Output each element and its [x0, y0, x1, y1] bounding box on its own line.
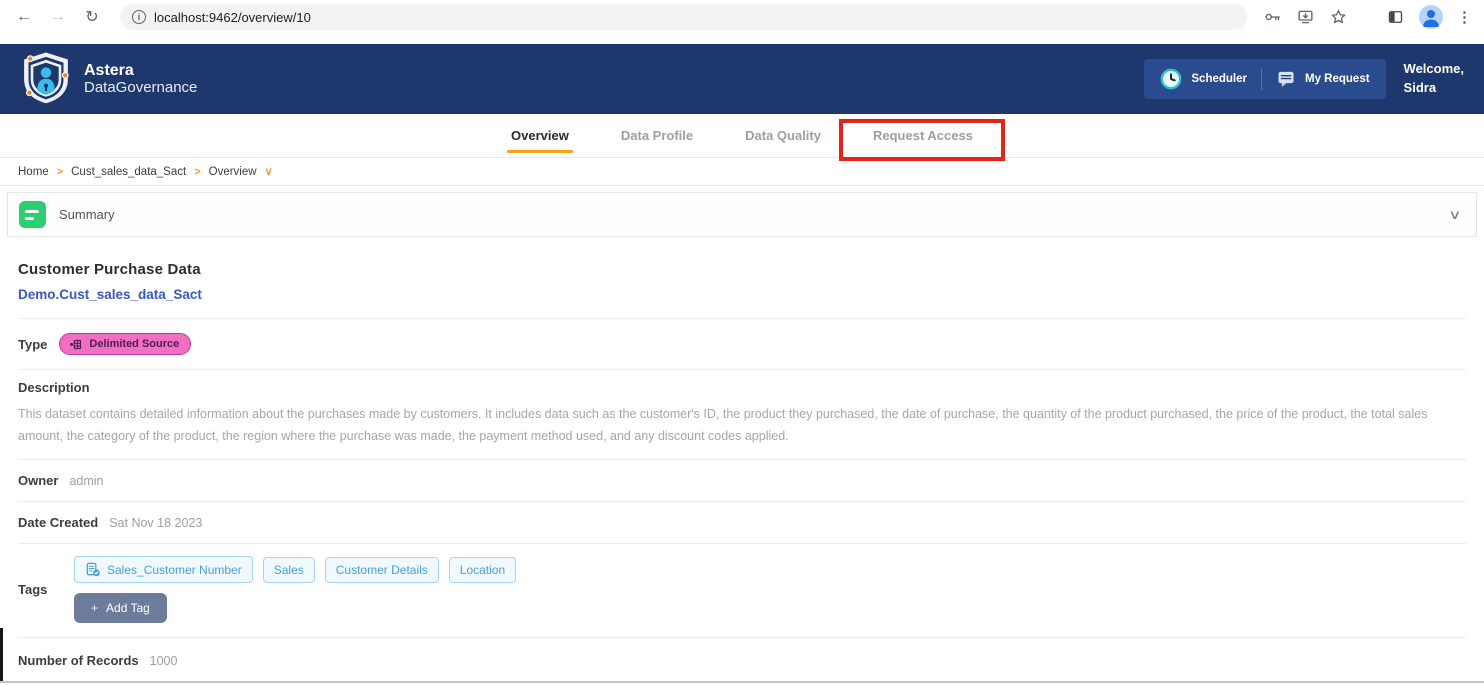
records-label: Number of Records — [18, 653, 139, 668]
bottom-divider — [0, 681, 1484, 683]
type-badge: Delimited Source — [59, 333, 192, 355]
site-info-icon[interactable]: i — [132, 10, 146, 24]
back-icon[interactable]: ← — [12, 8, 36, 26]
tags-row: Tags Sales_Customer Number Sales Custome… — [18, 544, 1466, 638]
breadcrumb-home[interactable]: Home — [18, 166, 49, 178]
tab-request-access[interactable]: Request Access — [871, 116, 975, 155]
type-badge-label: Delimited Source — [89, 338, 180, 350]
forward-icon[interactable]: → — [46, 8, 70, 26]
tag-customer-details[interactable]: Customer Details — [324, 556, 439, 583]
brand-logo: Astera DataGovernance — [18, 49, 197, 110]
description-label: Description — [18, 380, 90, 395]
header-actions: Scheduler My Request — [1144, 59, 1386, 99]
records-value: 1000 — [149, 653, 178, 668]
browser-toolbar: ← → ↻ i localhost:9462/overview/10 ⋮ — [0, 0, 1484, 34]
my-request-button[interactable]: My Request — [1276, 69, 1370, 89]
date-created-label: Date Created — [18, 515, 99, 530]
tags-label: Tags — [18, 582, 48, 597]
type-row: Type Delimited Source — [18, 319, 1466, 370]
tab-data-profile[interactable]: Data Profile — [619, 116, 695, 155]
chat-icon — [1278, 71, 1294, 87]
tag-sales-customer-number[interactable]: Sales_Customer Number — [74, 556, 253, 583]
dataset-title: Customer Purchase Data — [18, 261, 201, 278]
summary-title: Summary — [59, 207, 115, 222]
description-row: Description This dataset contains detail… — [18, 370, 1466, 460]
tab-data-quality[interactable]: Data Quality — [743, 116, 823, 155]
tag-sales[interactable]: Sales — [262, 556, 315, 583]
reload-icon[interactable]: ↻ — [80, 7, 104, 27]
delimited-source-icon — [70, 339, 82, 349]
url-text[interactable]: localhost:9462/overview/10 — [154, 10, 311, 25]
clock-icon — [1161, 68, 1182, 90]
scheduler-button[interactable]: Scheduler — [1160, 68, 1247, 90]
brand-name: Astera DataGovernance — [84, 61, 198, 96]
date-created-value: Sat Nov 18 2023 — [109, 515, 203, 530]
bookmark-star-icon[interactable] — [1329, 8, 1348, 26]
password-key-icon[interactable] — [1263, 8, 1282, 26]
install-cast-icon[interactable] — [1296, 8, 1315, 26]
app-header: Astera DataGovernance Scheduler My Reque… — [0, 44, 1484, 114]
date-created-row: Date Created Sat Nov 18 2023 — [18, 502, 1466, 544]
records-row: Number of Records 1000 — [18, 638, 1466, 683]
owner-value: admin — [69, 473, 104, 488]
shield-logo-icon — [18, 49, 74, 110]
chevron-right-icon: > — [56, 165, 64, 178]
dataset-title-block: Customer Purchase Data Demo.Cust_sales_d… — [18, 237, 1466, 319]
breadcrumb: Home > Cust_sales_data_Sact > Overview ∨ — [0, 157, 1484, 186]
chevron-right-icon: > — [194, 165, 201, 178]
chevron-down-icon[interactable]: ∨ — [265, 165, 273, 178]
welcome-user: Welcome, Sidra — [1403, 61, 1464, 95]
summary-list-icon — [19, 201, 46, 228]
owner-row: Owner admin — [18, 460, 1466, 502]
description-text: This dataset contains detailed informati… — [18, 407, 1428, 443]
side-panel-icon[interactable] — [1386, 8, 1405, 26]
text-cursor-artifact — [0, 628, 3, 682]
tag-table-icon — [86, 562, 100, 577]
add-tag-button[interactable]: + Add Tag — [74, 593, 167, 623]
profile-avatar[interactable] — [1419, 5, 1443, 29]
plus-icon: + — [91, 601, 99, 615]
dataset-qualified-name-link[interactable]: Demo.Cust_sales_data_Sact — [18, 287, 1466, 302]
tag-location[interactable]: Location — [448, 556, 517, 583]
breadcrumb-dataset[interactable]: Cust_sales_data_Sact — [71, 166, 186, 178]
overview-content: Customer Purchase Data Demo.Cust_sales_d… — [0, 237, 1484, 683]
header-divider — [1261, 68, 1262, 90]
summary-panel-header[interactable]: Summary ∨ — [7, 192, 1477, 237]
chrome-menu-icon[interactable]: ⋮ — [1457, 8, 1472, 26]
tab-overview[interactable]: Overview — [507, 116, 573, 155]
address-bar[interactable]: i localhost:9462/overview/10 — [120, 4, 1247, 30]
owner-label: Owner — [18, 473, 59, 488]
collapse-chevron-icon[interactable]: ∨ — [1449, 207, 1462, 223]
type-label: Type — [18, 336, 48, 352]
breadcrumb-overview[interactable]: Overview — [209, 166, 257, 178]
page-tabs: Overview Data Profile Data Quality Reque… — [0, 114, 1484, 157]
